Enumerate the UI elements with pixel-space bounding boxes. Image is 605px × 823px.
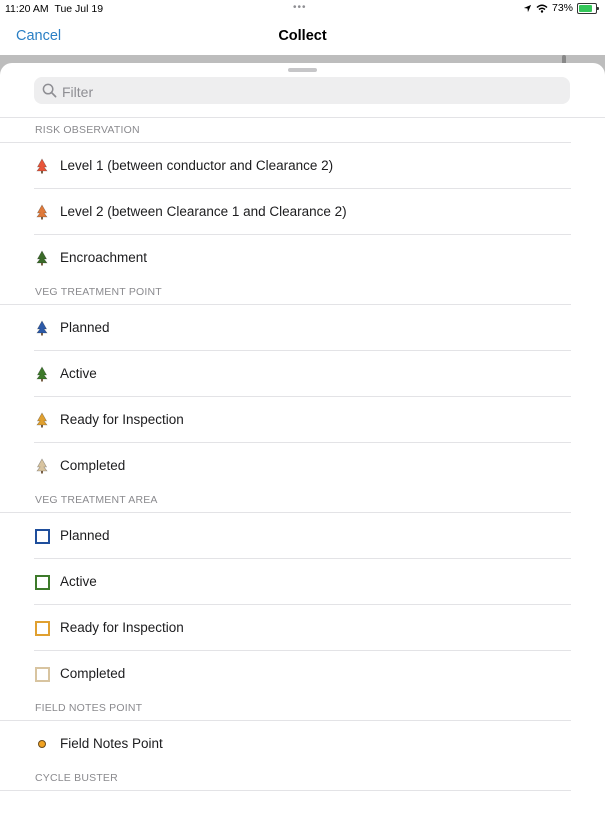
section-header: VEG TREATMENT POINT	[0, 280, 571, 305]
date: Tue Jul 19	[54, 3, 104, 15]
square-icon	[35, 621, 50, 636]
list-item[interactable]: Encroachment	[34, 235, 571, 280]
list-item[interactable]: Active	[34, 351, 571, 397]
list-item-label: Completed	[60, 458, 126, 473]
clock: 11:20 AM	[5, 3, 49, 15]
list-item[interactable]: Ready for Inspection	[34, 397, 571, 443]
search-input[interactable]	[60, 77, 564, 106]
battery-icon	[577, 2, 599, 14]
tree-icon	[34, 204, 50, 220]
tree-icon	[34, 412, 50, 428]
dot-icon	[38, 740, 46, 748]
square-icon	[35, 575, 50, 590]
list-item[interactable]: Ready for Inspection	[34, 605, 571, 651]
list-item-label: Active	[60, 574, 97, 589]
tree-icon	[34, 158, 50, 174]
list-item-label: Ready for Inspection	[60, 620, 184, 635]
feature-template-list: RISK OBSERVATION Level 1 (between conduct…	[0, 118, 605, 791]
list-item-label: Planned	[60, 320, 110, 335]
tree-icon	[34, 458, 50, 474]
list-item[interactable]: Level 2 (between Clearance 1 and Clearan…	[34, 189, 571, 235]
list-item-label: Level 2 (between Clearance 1 and Clearan…	[60, 204, 347, 219]
status-indicators: 73%	[523, 2, 599, 14]
tree-icon	[34, 250, 50, 266]
tree-icon	[34, 366, 50, 382]
multitasking-dots-icon[interactable]: •••	[293, 2, 307, 13]
list-item[interactable]: Completed	[34, 443, 571, 488]
status-time: 11:20 AM Tue Jul 19	[5, 3, 103, 15]
wifi-icon	[536, 4, 548, 13]
location-arrow-icon	[523, 4, 532, 12]
section-header: FIELD NOTES POINT	[0, 696, 571, 721]
list-item-label: Level 1 (between conductor and Clearance…	[60, 158, 334, 173]
list-item-label: Field Notes Point	[60, 736, 163, 751]
search-icon	[42, 83, 57, 98]
list-item[interactable]: Completed	[34, 651, 571, 696]
list-item-label: Ready for Inspection	[60, 412, 184, 427]
section-header: RISK OBSERVATION	[0, 118, 571, 143]
list-item[interactable]: Field Notes Point	[34, 721, 571, 766]
collect-sheet: RISK OBSERVATION Level 1 (between conduct…	[0, 63, 605, 823]
section-header: VEG TREATMENT AREA	[0, 488, 571, 513]
battery-percent: 73%	[551, 2, 573, 14]
list-item-label: Encroachment	[60, 250, 148, 265]
search-field[interactable]	[34, 77, 570, 106]
list-item-label: Completed	[60, 666, 126, 681]
list-item[interactable]: Active	[34, 559, 571, 605]
list-item[interactable]: Planned	[34, 513, 571, 559]
square-icon	[35, 667, 50, 682]
status-bar: 11:20 AM Tue Jul 19 ••• 73%	[0, 0, 605, 18]
sheet-grabber[interactable]	[288, 68, 317, 72]
square-icon	[35, 529, 50, 544]
list-item-label: Planned	[60, 528, 110, 543]
section-header: CYCLE BUSTER	[0, 766, 571, 791]
list-item-label: Active	[60, 366, 97, 381]
nav-bar: Cancel Collect	[0, 18, 605, 56]
list-item[interactable]: Level 1 (between conductor and Clearance…	[34, 143, 571, 189]
tree-icon	[34, 320, 50, 336]
page-title: Collect	[278, 28, 327, 44]
list-item[interactable]: Planned	[34, 305, 571, 351]
